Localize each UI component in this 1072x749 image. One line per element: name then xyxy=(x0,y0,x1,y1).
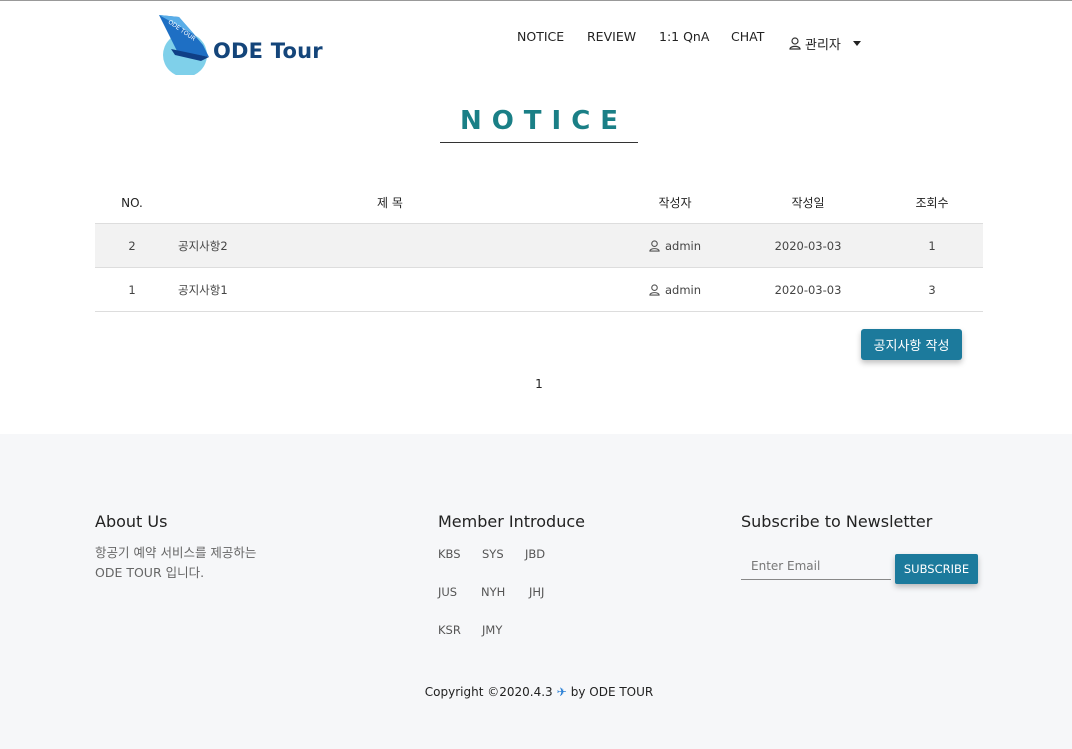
logo[interactable]: ODE TOUR ODE Tour xyxy=(157,13,323,75)
header-no: NO. xyxy=(121,195,143,210)
row-writer: admin xyxy=(625,224,725,267)
copyright-owner: by ODE TOUR xyxy=(570,685,654,699)
row-writer-name: admin xyxy=(664,238,702,253)
about-line-2: ODE TOUR 입니다. xyxy=(95,565,205,580)
table-row[interactable]: 2 공지사항2 admin 2020-03-03 1 xyxy=(95,224,983,268)
title-underline xyxy=(440,142,638,143)
airplane-icon: ✈ xyxy=(556,685,567,699)
member-link[interactable]: KSR xyxy=(438,623,461,637)
row-writer: admin xyxy=(625,268,725,311)
member-link[interactable]: JMY xyxy=(482,623,502,637)
nav-review[interactable]: REVIEW xyxy=(587,29,636,44)
row-date: 2020-03-03 xyxy=(774,238,842,253)
member-link[interactable]: JUS xyxy=(438,585,457,599)
nav-chat[interactable]: CHAT xyxy=(731,29,764,44)
email-input[interactable] xyxy=(741,553,891,580)
nav-notice[interactable]: NOTICE xyxy=(517,29,564,44)
write-notice-button[interactable]: 공지사항 작성 xyxy=(861,329,962,360)
subscribe-button[interactable]: SUBSCRIBE xyxy=(895,554,978,584)
row-no: 1 xyxy=(128,282,136,297)
table-row[interactable]: 1 공지사항1 admin 2020-03-03 3 xyxy=(95,268,983,312)
members-heading: Member Introduce xyxy=(438,512,585,531)
user-icon xyxy=(649,239,660,252)
pagination-page-1[interactable]: 1 xyxy=(530,377,548,391)
row-no: 2 xyxy=(128,238,136,253)
header-date: 작성일 xyxy=(791,196,825,210)
about-text: 항공기 예약 서비스를 제공하는 ODE TOUR 입니다. xyxy=(95,543,305,583)
chevron-down-icon xyxy=(852,41,861,46)
row-views: 3 xyxy=(928,282,936,297)
footer: About Us 항공기 예약 서비스를 제공하는 ODE TOUR 입니다. … xyxy=(0,434,1072,749)
member-link[interactable]: JHJ xyxy=(529,585,544,599)
page-title: NOTICE xyxy=(459,106,629,136)
member-link[interactable]: JBD xyxy=(525,547,545,561)
user-menu-label: 관리자 xyxy=(805,38,841,53)
top-border xyxy=(0,0,1072,1)
copyright-text: Copyright ©2020.4.3 xyxy=(424,685,553,699)
row-title-link[interactable]: 공지사항2 xyxy=(178,224,578,267)
row-date: 2020-03-03 xyxy=(774,282,842,297)
user-menu[interactable]: 관리자 xyxy=(789,34,861,53)
nav-qna[interactable]: 1:1 QnA xyxy=(659,29,709,44)
brand-name: ODE Tour xyxy=(213,39,323,63)
header-views: 조회수 xyxy=(915,196,949,210)
row-views: 1 xyxy=(928,238,936,253)
member-link[interactable]: KBS xyxy=(438,547,461,561)
user-icon xyxy=(789,37,801,50)
header-title: 제 목 xyxy=(377,196,403,210)
row-writer-name: admin xyxy=(664,282,702,297)
row-title-link[interactable]: 공지사항1 xyxy=(178,268,578,311)
about-line-1: 항공기 예약 서비스를 제공하는 xyxy=(95,545,257,560)
notice-table: NO. 제 목 작성자 작성일 조회수 2 공지사항2 admin 2020-0… xyxy=(95,182,983,312)
about-heading: About Us xyxy=(95,512,168,531)
header-writer: 작성자 xyxy=(658,196,692,210)
member-link[interactable]: NYH xyxy=(481,585,505,599)
newsletter-heading: Subscribe to Newsletter xyxy=(741,512,933,531)
table-header: NO. 제 목 작성자 작성일 조회수 xyxy=(95,182,983,224)
logo-mark: ODE TOUR xyxy=(159,15,209,75)
user-icon xyxy=(649,283,660,296)
copyright: Copyright ©2020.4.3 ✈ by ODE TOUR xyxy=(0,685,1072,699)
member-link[interactable]: SYS xyxy=(482,547,504,561)
